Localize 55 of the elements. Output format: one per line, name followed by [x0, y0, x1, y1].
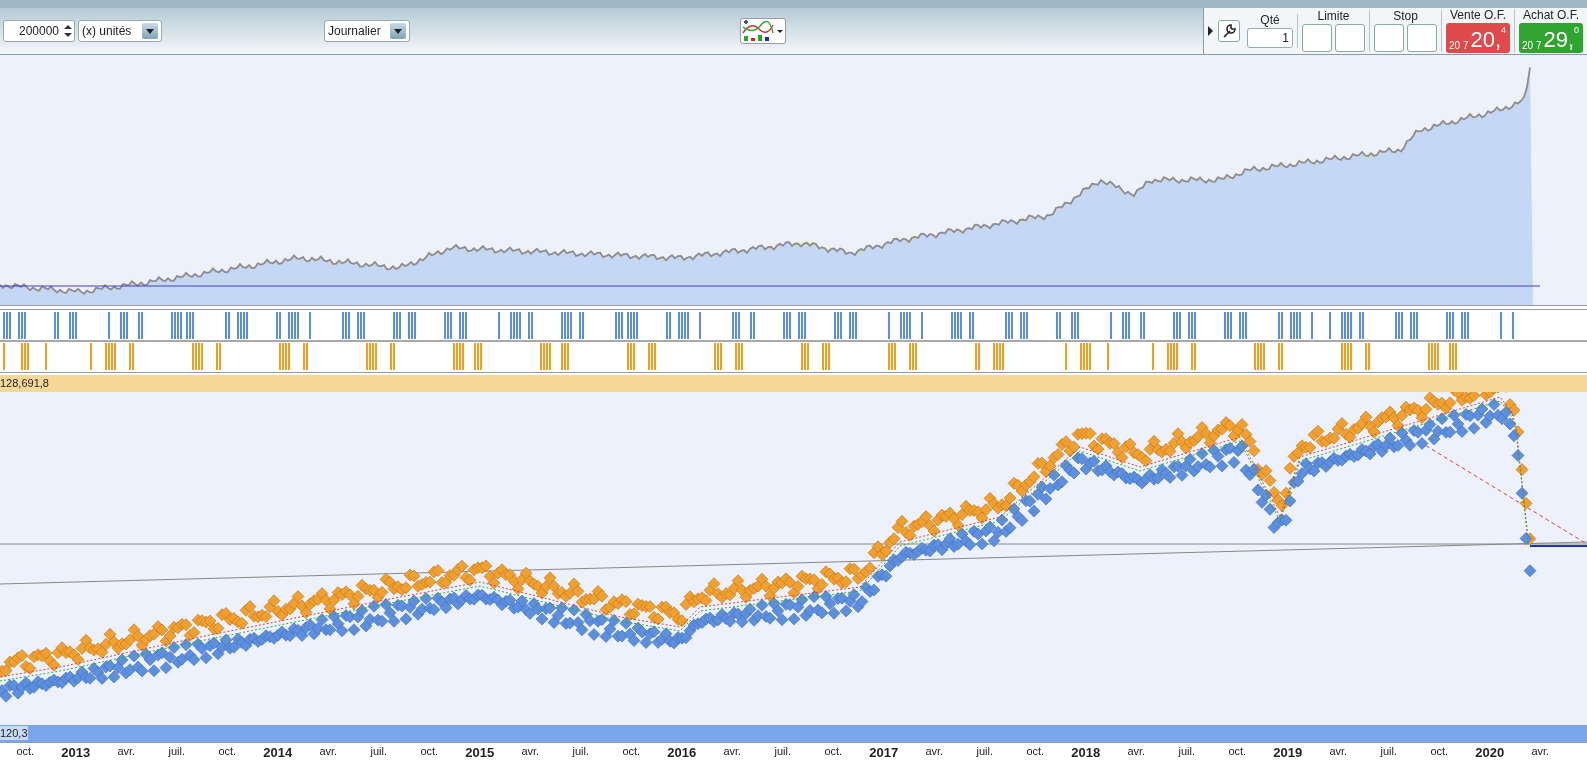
stop-label: Stop: [1393, 10, 1418, 23]
indicator-button[interactable]: [740, 18, 786, 44]
qty-label: Qté: [1260, 14, 1280, 27]
chart-indicator-icon: [741, 19, 775, 43]
quantity-field[interactable]: 200000: [3, 20, 75, 42]
axis-label: oct.: [419, 744, 440, 759]
axis-label: juil.: [975, 744, 994, 759]
spinner-icon[interactable]: [62, 22, 74, 40]
axis-label: juil.: [1379, 744, 1398, 759]
axis-label: avr.: [924, 744, 945, 759]
qty-field[interactable]: 1: [1247, 28, 1293, 48]
settings-button[interactable]: [1218, 20, 1240, 42]
stop-buy-button[interactable]: [1374, 24, 1404, 52]
expand-icon[interactable]: [1207, 26, 1215, 36]
axis-label: oct.: [823, 744, 844, 759]
axis-label: avr.: [318, 744, 339, 759]
axis-label: oct.: [621, 744, 642, 759]
stop-sell-button[interactable]: [1407, 24, 1437, 52]
axis-label: juil.: [369, 744, 388, 759]
axis-label: juil.: [571, 744, 590, 759]
caret-icon: [146, 28, 154, 34]
axis-label: juil.: [1177, 744, 1196, 759]
limit-label: Limite: [1317, 10, 1350, 23]
axis-label: oct.: [1025, 744, 1046, 759]
axis-label: 2017: [868, 744, 900, 762]
axis-label: oct.: [15, 744, 36, 759]
axis-label: 2016: [666, 744, 698, 762]
price-line: [1529, 545, 1587, 547]
axis-label: 2015: [464, 744, 496, 762]
axis-label: oct.: [217, 744, 238, 759]
axis-label: 2019: [1272, 744, 1304, 762]
axis-label: 2014: [262, 744, 294, 762]
caret-icon: [394, 28, 402, 34]
axis-label: 2013: [60, 744, 92, 762]
strip-value: 120,3: [0, 726, 28, 740]
wrench-icon: [1221, 23, 1237, 39]
axis-label: avr.: [722, 744, 743, 759]
axis-label: oct.: [1429, 744, 1450, 759]
axis-label: 2018: [1070, 744, 1102, 762]
period-dropdown[interactable]: Journalier: [324, 20, 410, 42]
axis-label: avr.: [1530, 744, 1551, 759]
axis-label: avr.: [116, 744, 137, 759]
axis-label: avr.: [1126, 744, 1147, 759]
axis-label: 2020: [1474, 744, 1506, 762]
buy-label: Achat O.F.: [1523, 9, 1579, 22]
axis-label: avr.: [1328, 744, 1349, 759]
axis-label: juil.: [773, 744, 792, 759]
axis-label: oct.: [1227, 744, 1248, 759]
limit-sell-button[interactable]: [1302, 24, 1332, 52]
axis-label: juil.: [167, 744, 186, 759]
strip-value: 128,691,8: [0, 376, 49, 390]
limit-buy-button[interactable]: [1335, 24, 1365, 52]
unit-dropdown[interactable]: (x) unités: [78, 20, 162, 42]
sell-label: Vente O.F.: [1449, 9, 1506, 22]
axis-label: avr.: [520, 744, 541, 759]
